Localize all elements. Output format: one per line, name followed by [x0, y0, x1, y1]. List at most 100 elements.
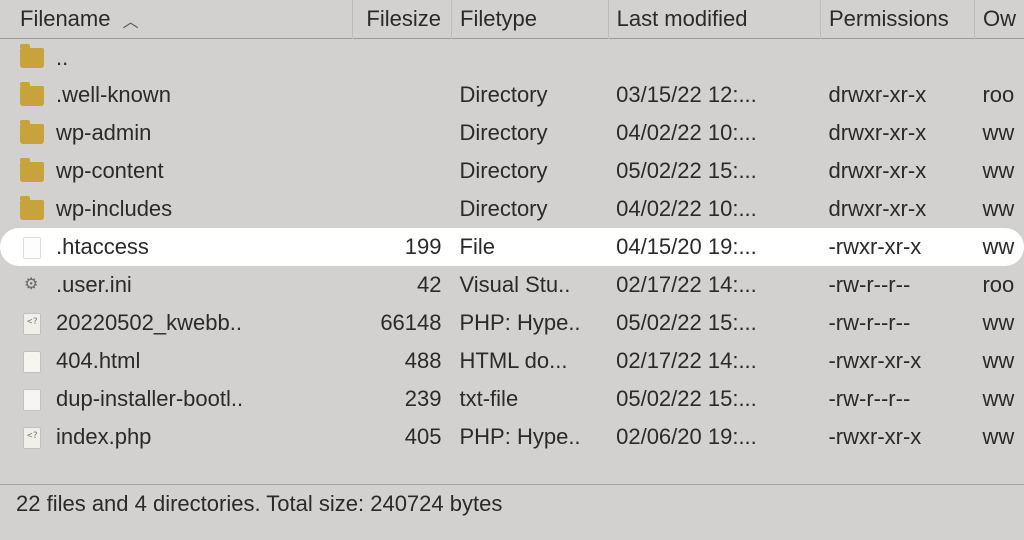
filename-text: wp-admin	[56, 121, 151, 146]
cell-permissions: drwxr-xr-x	[820, 152, 974, 190]
cell-owner: roo	[974, 266, 1024, 304]
column-header-filetype[interactable]: Filetype	[452, 0, 609, 38]
cell-filetype: Directory	[452, 76, 609, 114]
column-label: Last modified	[617, 6, 748, 31]
table-header-row: Filename ︿ Filesize Filetype Last modifi…	[0, 0, 1024, 38]
cell-owner: ww	[974, 418, 1024, 456]
filename-text: wp-includes	[56, 197, 172, 222]
cell-permissions: drwxr-xr-x	[820, 190, 974, 228]
folder-icon	[20, 162, 44, 182]
filename-text: ..	[56, 45, 68, 70]
cell-owner	[974, 38, 1024, 76]
folder-icon	[20, 200, 44, 220]
file-icon	[23, 351, 41, 373]
cell-filename: index.php	[0, 418, 352, 456]
cell-owner: ww	[974, 190, 1024, 228]
cell-filetype	[452, 38, 609, 76]
cell-filename: .htaccess	[0, 228, 352, 266]
cell-filesize: 239	[352, 380, 451, 418]
filename-text: .well-known	[56, 83, 171, 108]
cell-owner: ww	[974, 228, 1024, 266]
cell-filetype: Directory	[452, 114, 609, 152]
table-row[interactable]: .user.ini42Visual Stu..02/17/22 14:...-r…	[0, 266, 1024, 304]
cell-filesize: 405	[352, 418, 451, 456]
cell-filename: wp-content	[0, 152, 352, 190]
table-row[interactable]: 404.html488HTML do...02/17/22 14:...-rwx…	[0, 342, 1024, 380]
folder-icon	[20, 124, 44, 144]
table-row[interactable]: wp-includesDirectory04/02/22 10:...drwxr…	[0, 190, 1024, 228]
cell-filetype: Visual Stu..	[452, 266, 609, 304]
column-header-last-modified[interactable]: Last modified	[608, 0, 820, 38]
column-label: Permissions	[829, 6, 949, 31]
sort-asc-icon: ︿	[123, 8, 139, 32]
cell-last-modified: 05/02/22 15:...	[608, 304, 820, 342]
filename-text: dup-installer-bootl..	[56, 387, 243, 412]
cell-filename: ..	[0, 38, 352, 76]
cell-filename: wp-includes	[0, 190, 352, 228]
cell-filename: 20220502_kwebb..	[0, 304, 352, 342]
cell-owner: ww	[974, 380, 1024, 418]
cell-permissions: drwxr-xr-x	[820, 76, 974, 114]
cell-permissions: -rwxr-xr-x	[820, 342, 974, 380]
cell-last-modified: 04/02/22 10:...	[608, 190, 820, 228]
table-row[interactable]: wp-admin Directory04/02/22 10:...drwxr-xr…	[0, 114, 1024, 152]
file-list-table: Filename ︿ Filesize Filetype Last modifi…	[0, 0, 1024, 456]
column-header-filesize[interactable]: Filesize	[352, 0, 451, 38]
filename-text: .user.ini	[56, 273, 132, 298]
cell-owner: ww	[974, 342, 1024, 380]
cell-last-modified: 04/15/20 19:...	[608, 228, 820, 266]
cell-owner: ww	[974, 304, 1024, 342]
column-header-owner[interactable]: Ow	[974, 0, 1024, 38]
column-label: Ow	[983, 6, 1016, 31]
filename-text: 404.html	[56, 349, 140, 374]
table-body: ...well-knownDirectory03/15/22 12:...drw…	[0, 38, 1024, 456]
cell-last-modified: 02/17/22 14:...	[608, 342, 820, 380]
cell-filename: .well-known	[0, 76, 352, 114]
column-label: Filetype	[460, 6, 537, 31]
file-highlight-icon	[23, 237, 41, 259]
table-row[interactable]: wp-contentDirectory05/02/22 15:...drwxr-…	[0, 152, 1024, 190]
cell-permissions: -rwxr-xr-x	[820, 228, 974, 266]
table-row[interactable]: dup-installer-bootl..239txt-file05/02/22…	[0, 380, 1024, 418]
cell-last-modified: 05/02/22 15:...	[608, 152, 820, 190]
filename-text: wp-content	[56, 159, 164, 184]
status-bar: 22 files and 4 directories. Total size: …	[0, 484, 1024, 523]
cell-filetype: PHP: Hype..	[452, 418, 609, 456]
cell-permissions: -rwxr-xr-x	[820, 418, 974, 456]
column-header-filename[interactable]: Filename ︿	[0, 0, 352, 38]
cell-last-modified: 02/17/22 14:...	[608, 266, 820, 304]
cell-filesize	[352, 190, 451, 228]
cell-filesize: 488	[352, 342, 451, 380]
php-icon	[23, 313, 41, 335]
cell-filesize: 42	[352, 266, 451, 304]
cell-filetype: PHP: Hype..	[452, 304, 609, 342]
cell-filesize	[352, 114, 451, 152]
cell-last-modified: 04/02/22 10:...	[608, 114, 820, 152]
cell-filesize	[352, 152, 451, 190]
cell-permissions: drwxr-xr-x	[820, 114, 974, 152]
cell-owner: ww	[974, 114, 1024, 152]
cell-filename: .user.ini	[0, 266, 352, 304]
table-row[interactable]: ..	[0, 38, 1024, 76]
cell-last-modified: 02/06/20 19:...	[608, 418, 820, 456]
column-header-permissions[interactable]: Permissions	[820, 0, 974, 38]
cell-filesize: 199	[352, 228, 451, 266]
filename-text: index.php	[56, 425, 151, 450]
cell-filename: wp-admin	[0, 114, 352, 152]
cell-last-modified: 03/15/22 12:...	[608, 76, 820, 114]
cell-owner: ww	[974, 152, 1024, 190]
table-row[interactable]: index.php 405PHP: Hype..02/06/20 19:...-r…	[0, 418, 1024, 456]
cell-filetype: File	[452, 228, 609, 266]
table-row[interactable]: 20220502_kwebb..66148PHP: Hype..05/02/22…	[0, 304, 1024, 342]
column-label: Filesize	[366, 6, 441, 31]
cell-permissions: -rw-r--r--	[820, 304, 974, 342]
folder-icon	[20, 48, 44, 68]
column-label: Filename	[20, 6, 110, 31]
status-text: 22 files and 4 directories. Total size: …	[16, 491, 502, 516]
cell-filesize	[352, 38, 451, 76]
cell-permissions	[820, 38, 974, 76]
cell-filesize	[352, 76, 451, 114]
cell-permissions: -rw-r--r--	[820, 380, 974, 418]
table-row[interactable]: .well-known Directory03/15/22 12:...drwxr…	[0, 76, 1024, 114]
table-row[interactable]: .htaccess199File04/15/20 19:...-rwxr-xr-…	[0, 228, 1024, 266]
